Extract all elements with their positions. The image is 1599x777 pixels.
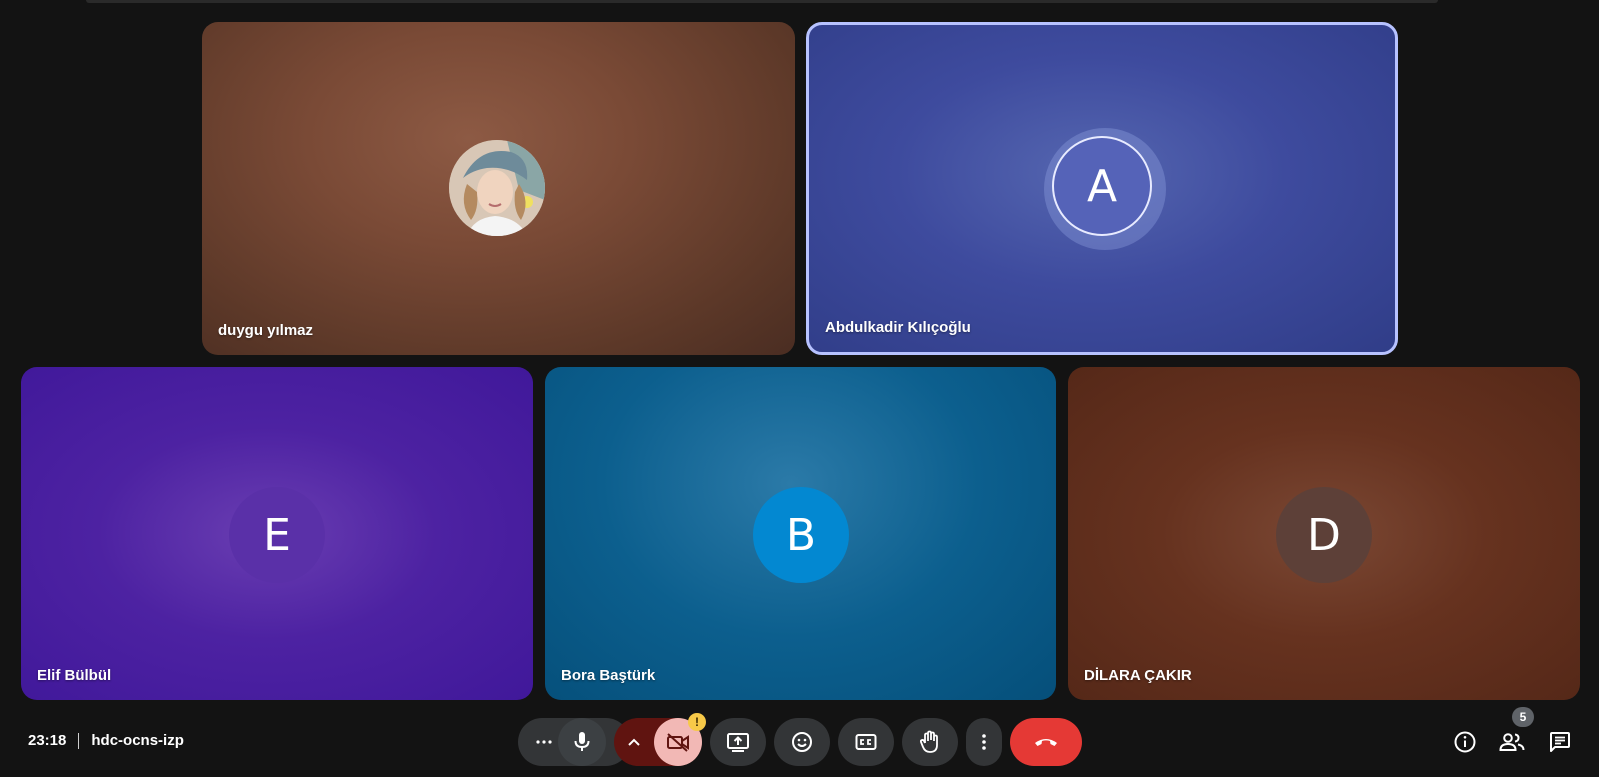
people-icon [1499, 732, 1525, 757]
bottom-control-bar: 23:18 hdc-ocns-izp ! 5 [0, 707, 1599, 770]
participant-avatar: D [1276, 487, 1372, 583]
chevron-up-icon [628, 738, 640, 746]
emoji-icon [791, 731, 813, 753]
more-horiz-icon [535, 739, 553, 745]
reactions-button[interactable] [774, 718, 830, 766]
closed-caption-icon [855, 733, 877, 751]
participant-tile-dilara[interactable]: D DİLARA ÇAKIR [1068, 367, 1580, 700]
meeting-time: 23:18 [28, 732, 67, 749]
participant-avatar: E [229, 487, 325, 583]
mic-icon [572, 731, 592, 753]
chat-icon [1549, 731, 1571, 758]
participant-tile-abdulkadir[interactable]: A Abdulkadir Kılıçoğlu [806, 22, 1398, 355]
participant-avatar: A [1052, 136, 1152, 236]
top-strip [86, 0, 1438, 3]
participant-avatar: B [753, 487, 849, 583]
videocam-off-icon [666, 732, 690, 752]
more-actions-button[interactable] [966, 718, 1002, 766]
participant-name: Elif Bülbül [37, 667, 112, 684]
participant-photo-avatar [449, 140, 545, 236]
people-count-badge: 5 [1512, 707, 1534, 727]
captions-button[interactable] [838, 718, 894, 766]
participant-tile-elif[interactable]: E Elif Bülbül [21, 367, 533, 700]
camera-warning-badge: ! [688, 713, 706, 731]
meeting-details: 23:18 hdc-ocns-izp [28, 732, 184, 749]
divider [78, 732, 80, 749]
participant-tile-duygu[interactable]: duygu yılmaz [202, 22, 795, 355]
raise-hand-button[interactable] [902, 718, 958, 766]
end-call-button[interactable] [1010, 718, 1082, 766]
microphone-button[interactable] [558, 718, 606, 766]
hand-icon [919, 730, 941, 754]
participant-name: Abdulkadir Kılıçoğlu [825, 319, 971, 336]
participant-name: Bora Baştürk [561, 667, 656, 684]
info-icon [1453, 730, 1477, 759]
more-vert-icon [981, 733, 987, 751]
participant-name: DİLARA ÇAKIR [1084, 667, 1192, 684]
meeting-code: hdc-ocns-izp [91, 732, 184, 749]
participant-name: duygu yılmaz [218, 322, 314, 339]
meeting-info-button[interactable] [1451, 730, 1479, 758]
call-end-icon [1033, 736, 1059, 748]
participant-tile-bora[interactable]: B Bora Baştürk [545, 367, 1056, 700]
chat-button[interactable] [1546, 730, 1574, 758]
present-to-all-icon [726, 732, 750, 752]
camera-options-button[interactable] [614, 718, 654, 766]
people-button[interactable] [1498, 730, 1526, 758]
present-screen-button[interactable] [710, 718, 766, 766]
